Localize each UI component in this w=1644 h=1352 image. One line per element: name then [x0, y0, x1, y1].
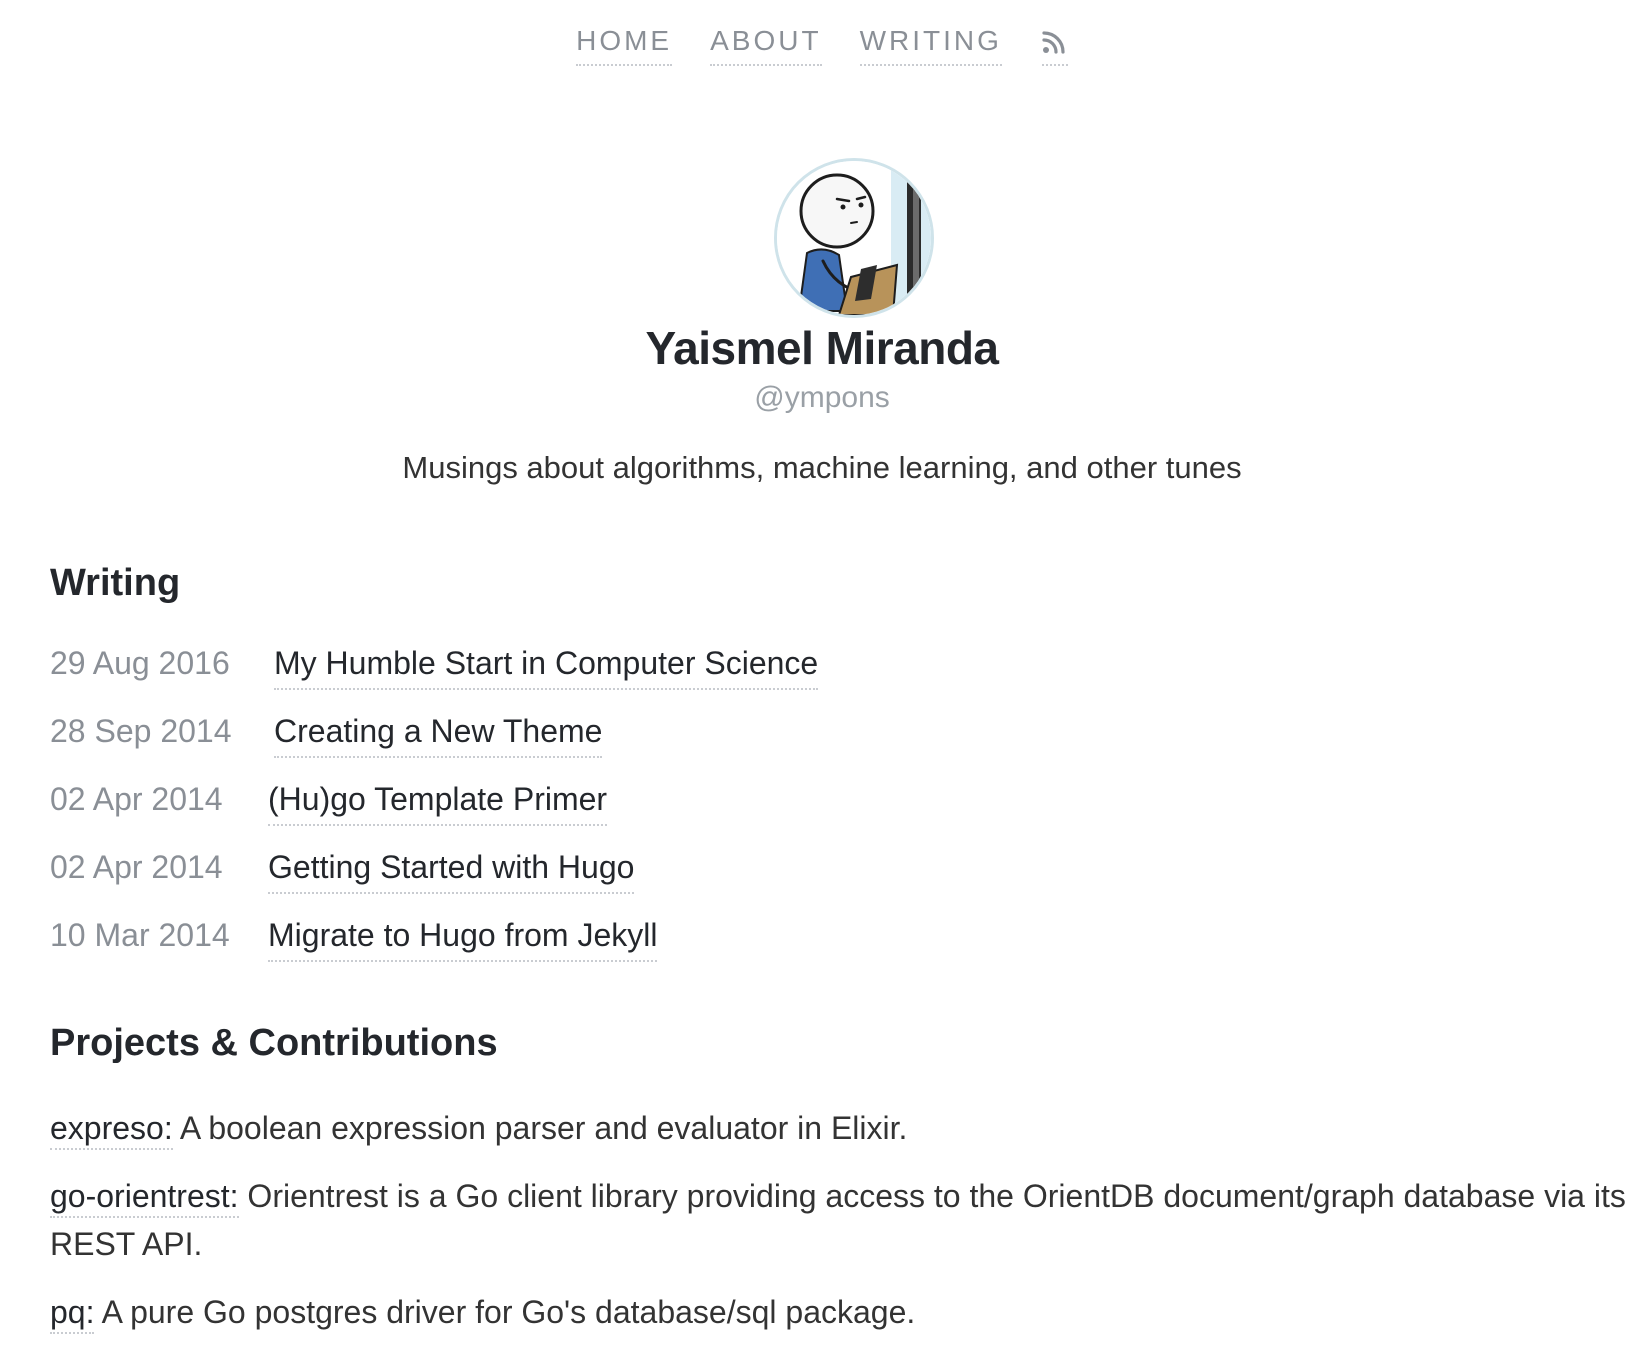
rss-link[interactable]	[1041, 22, 1068, 66]
post-date: 28 Sep 2014	[50, 713, 232, 749]
project-description: A pure Go postgres driver for Go's datab…	[101, 1294, 916, 1330]
project-item: expreso: A boolean expression parser and…	[50, 1104, 1640, 1152]
nav-writing-link[interactable]: WRITING	[859, 22, 1002, 66]
post-row: 02 Apr 2014 (Hu)go Template Primer	[50, 776, 608, 826]
post-title-link[interactable]: (Hu)go Template Primer	[268, 776, 608, 826]
project-description: A boolean expression parser and evaluato…	[179, 1110, 908, 1146]
post-row: 29 Aug 2016 My Humble Start in Computer …	[50, 640, 819, 690]
avatar	[774, 158, 934, 318]
post-title-link[interactable]: Migrate to Hugo from Jekyll	[268, 912, 658, 962]
nav-home-link[interactable]: HOME	[576, 22, 673, 66]
writing-section-title: Writing	[50, 562, 181, 604]
stick-figure-avatar-icon	[777, 161, 931, 315]
projects-section-title: Projects & Contributions	[50, 1022, 498, 1064]
top-nav: HOME ABOUT WRITING	[0, 22, 1644, 66]
post-date: 02 Apr 2014	[50, 849, 223, 885]
post-row: 28 Sep 2014 Creating a New Theme	[50, 708, 603, 758]
nav-about-link[interactable]: ABOUT	[710, 22, 822, 66]
post-title-link[interactable]: Creating a New Theme	[274, 708, 603, 758]
profile-name: Yaismel Miranda	[645, 322, 1000, 374]
post-date: 10 Mar 2014	[50, 917, 230, 953]
post-date: 02 Apr 2014	[50, 781, 223, 817]
profile-handle: @ympons	[754, 381, 890, 414]
rss-icon	[1042, 31, 1065, 54]
project-name-link[interactable]: go-orientrest:	[50, 1178, 239, 1218]
profile-tagline: Musings about algorithms, machine learni…	[402, 450, 1242, 485]
project-item: go-orientrest: Orientrest is a Go client…	[50, 1172, 1640, 1268]
project-name-link[interactable]: expreso:	[50, 1110, 173, 1150]
project-name-link[interactable]: pq:	[50, 1294, 95, 1334]
post-title-link[interactable]: My Humble Start in Computer Science	[274, 640, 819, 690]
post-row: 10 Mar 2014 Migrate to Hugo from Jekyll	[50, 912, 658, 962]
post-row: 02 Apr 2014 Getting Started with Hugo	[50, 844, 635, 894]
project-description: Orientrest is a Go client library provid…	[50, 1178, 1626, 1262]
post-date: 29 Aug 2016	[50, 645, 230, 681]
project-item: pq: A pure Go postgres driver for Go's d…	[50, 1288, 1640, 1336]
post-title-link[interactable]: Getting Started with Hugo	[268, 844, 635, 894]
